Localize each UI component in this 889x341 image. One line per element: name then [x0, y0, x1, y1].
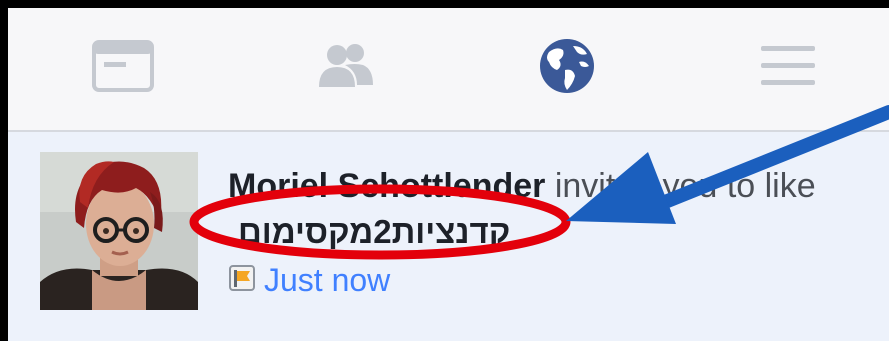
menu-icon	[761, 44, 815, 93]
top-navigation-bar	[8, 8, 889, 132]
screenshot-frame: Moriel Schottlender invited you to like …	[8, 8, 889, 341]
timestamp: Just now	[264, 261, 391, 298]
notification-meta: Just now	[228, 260, 390, 300]
notification-item[interactable]: Moriel Schottlender invited you to like …	[8, 132, 889, 341]
nav-news-feed[interactable]	[78, 28, 168, 108]
nav-notifications[interactable]	[522, 28, 612, 108]
sender-name[interactable]: Moriel Schottlender	[228, 167, 545, 205]
news-feed-icon	[92, 39, 154, 97]
notification-text: Moriel Schottlender invited you to like	[228, 166, 816, 206]
page-name[interactable]: קדנציות2מקסימום	[238, 213, 510, 250]
page-name-line: קדנציות2מקסימום	[238, 212, 558, 252]
page-flag-icon	[228, 264, 256, 297]
avatar	[40, 152, 198, 310]
globe-notifications-icon	[539, 38, 595, 99]
nav-menu[interactable]	[743, 28, 833, 108]
friends-icon	[315, 43, 375, 94]
notification-action: invited you to like	[545, 167, 816, 205]
nav-friends[interactable]	[300, 28, 390, 108]
